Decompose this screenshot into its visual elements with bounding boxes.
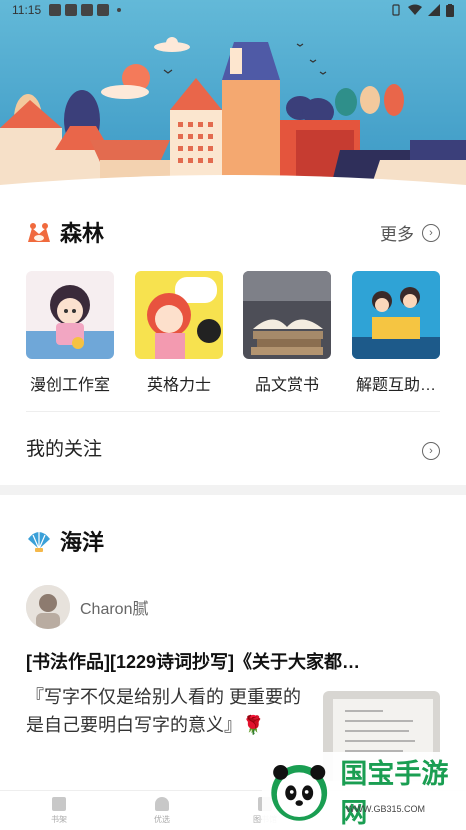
circle-thumbnail bbox=[243, 271, 331, 359]
post-author[interactable]: Charon腻 bbox=[26, 585, 148, 629]
my-follows-link[interactable]: 我的关注 bbox=[26, 434, 102, 461]
shell-icon bbox=[28, 532, 50, 552]
divider bbox=[26, 411, 440, 412]
ocean-section: 海洋 Charon腻 [书法作品][1229诗词抄写]《关于大家都… 『写字不仅… bbox=[0, 495, 466, 790]
tab-featured[interactable]: 优选 bbox=[119, 791, 205, 830]
ocean-title: 海洋 bbox=[60, 530, 105, 555]
chevron-right-icon: › bbox=[422, 223, 440, 242]
watermark-url: WWW.GB315.COM bbox=[346, 804, 426, 814]
circle-name: 漫创工作室 bbox=[29, 377, 110, 394]
more-label: 更多 bbox=[380, 225, 414, 244]
ocean-header: 海洋 bbox=[26, 525, 104, 557]
circle-thumbnail bbox=[352, 271, 440, 359]
notification-icon bbox=[97, 4, 110, 16]
vibrate-icon bbox=[392, 4, 400, 16]
more-button[interactable]: 更多 › bbox=[380, 220, 440, 245]
section-divider bbox=[0, 485, 466, 495]
circle-item[interactable]: 漫创工作室 bbox=[26, 271, 116, 395]
circle-name: 品文赏书 bbox=[254, 377, 319, 394]
chevron-right-icon[interactable]: › bbox=[422, 442, 440, 460]
status-time: 11:15 bbox=[12, 3, 42, 17]
circle-item[interactable]: 解题互助… bbox=[352, 271, 442, 395]
town-illustration bbox=[0, 0, 466, 195]
notification-icon bbox=[81, 4, 94, 16]
circle-thumbnail bbox=[135, 271, 223, 359]
hero-banner bbox=[0, 0, 466, 195]
tab-label: 书架 bbox=[51, 814, 67, 824]
more-notifications-icon bbox=[117, 8, 122, 12]
circle-thumbnail bbox=[26, 271, 114, 359]
tab-bookshelf[interactable]: 书架 bbox=[16, 791, 102, 830]
circle-item[interactable]: 品文赏书 bbox=[243, 271, 333, 395]
tab-label: 优选 bbox=[154, 814, 170, 824]
panda-logo-icon bbox=[271, 764, 328, 821]
circle-name: 英格力士 bbox=[146, 377, 211, 394]
circle-item[interactable]: 英格力士 bbox=[135, 271, 225, 395]
avatar bbox=[26, 585, 70, 629]
status-bar: 11:15 bbox=[0, 0, 466, 20]
post-title[interactable]: [书法作品][1229诗词抄写]《关于大家都… bbox=[26, 648, 440, 674]
forest-title: 森林 bbox=[60, 221, 105, 246]
post-author-name: Charon腻 bbox=[80, 601, 149, 618]
watermark: 国宝手游网 WWW.GB315.COM bbox=[262, 752, 466, 830]
notification-icon bbox=[49, 4, 62, 16]
forest-icon bbox=[28, 223, 50, 242]
forest-header: 森林 bbox=[26, 216, 104, 248]
post-excerpt[interactable]: 『写字不仅是给别人看的 更重要的是自己要明白写字的意义』🌹 bbox=[26, 683, 302, 739]
forest-section: 森林 更多 › 漫创工作室 英格力士 品文赏书 解题互助… 我的关注 › bbox=[0, 198, 466, 485]
circle-list: 漫创工作室 英格力士 品文赏书 解题互助… bbox=[26, 271, 466, 401]
bookshelf-icon bbox=[52, 796, 66, 811]
signal-icon bbox=[428, 4, 440, 16]
battery-icon bbox=[446, 3, 454, 17]
wifi-icon bbox=[408, 4, 422, 15]
heart-icon bbox=[155, 796, 169, 811]
circle-name: 解题互助… bbox=[355, 377, 436, 394]
watermark-text: 国宝手游网 bbox=[340, 759, 449, 828]
notification-icon bbox=[65, 4, 78, 16]
